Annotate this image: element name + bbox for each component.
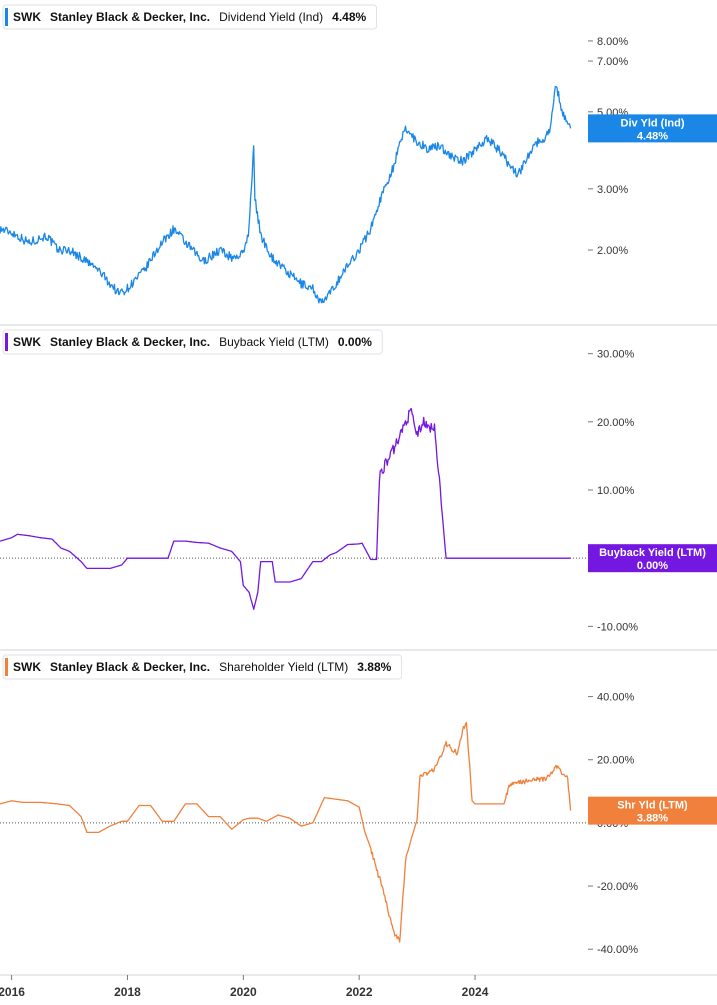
value-badge-value: 3.88% bbox=[637, 813, 668, 825]
chart-panel-2: -10.00% 0.00% 10.00% 20.00% 30.00% Buyback Yi… bbox=[0, 329, 717, 651]
legend-ticker: SWK bbox=[13, 10, 41, 24]
value-badge-label: Buyback Yield (LTM) bbox=[599, 547, 706, 559]
legend-ticker: SWK bbox=[13, 335, 41, 349]
value-badge: Shr Yld (LTM)3.88% bbox=[588, 796, 717, 825]
series-line bbox=[0, 408, 571, 610]
value-badge-value: 0.00% bbox=[637, 560, 668, 572]
chart-panel-3: -40.00%-20.00%0.00%20.00%40.00%Shr Yld (… bbox=[0, 654, 717, 976]
legend-metric: Dividend Yield (Ind) bbox=[219, 10, 323, 24]
legend: SWK Stanley Black & Decker, Inc. Buyback Y… bbox=[2, 329, 383, 355]
y-tick-label: -10.00% bbox=[597, 621, 638, 633]
legend-value: 0.00% bbox=[338, 335, 372, 349]
y-tick-label: 30.00% bbox=[597, 349, 635, 361]
legend-company: Stanley Black & Decker, Inc. bbox=[50, 660, 210, 674]
legend-text: SWK Stanley Black & Decker, Inc. Sharehold… bbox=[13, 660, 392, 674]
legend-ticker: SWK bbox=[13, 660, 41, 674]
legend: SWK Stanley Black & Decker, Inc. Sharehold… bbox=[2, 654, 403, 680]
x-tick-label: 2022 bbox=[346, 985, 373, 999]
legend-value: 4.48% bbox=[332, 10, 366, 24]
y-tick-label: -40.00% bbox=[597, 944, 638, 956]
legend: SWK Stanley Black & Decker, Inc. Dividend … bbox=[2, 4, 378, 30]
value-badge: Div Yld (Ind)4.48% bbox=[588, 114, 717, 142]
series-line bbox=[0, 86, 572, 304]
legend-company: Stanley Black & Decker, Inc. bbox=[50, 335, 210, 349]
y-tick-label: 8.00% bbox=[597, 36, 628, 48]
x-tick-label: 2018 bbox=[114, 985, 141, 999]
value-badge-label: Shr Yld (LTM) bbox=[617, 800, 688, 812]
legend-text: SWK Stanley Black & Decker, Inc. Buyback Y… bbox=[13, 335, 372, 349]
legend-color-swatch bbox=[5, 8, 8, 26]
y-tick-label: 20.00% bbox=[597, 755, 635, 767]
value-badge-value: 4.48% bbox=[637, 130, 668, 142]
x-axis: 2016 2018 2020 2022 2024 bbox=[0, 974, 717, 999]
yield-chart: 2.00%3.00%5.00%7.00%8.00%Div Yld (Ind)4.… bbox=[0, 4, 717, 999]
value-badge: Buyback Yield (LTM)0.00% bbox=[588, 544, 717, 573]
legend-value: 3.88% bbox=[357, 660, 391, 674]
chart-panels: 2.00%3.00%5.00%7.00%8.00%Div Yld (Ind)4.… bbox=[0, 4, 717, 976]
y-tick-label: 10.00% bbox=[597, 485, 635, 497]
legend-metric: Shareholder Yield (LTM) bbox=[219, 660, 348, 674]
y-tick-label: -20.00% bbox=[597, 881, 638, 893]
y-tick-label: 20.00% bbox=[597, 417, 635, 429]
x-tick-label: 2020 bbox=[230, 985, 257, 999]
legend-company: Stanley Black & Decker, Inc. bbox=[50, 10, 210, 24]
legend-metric: Buyback Yield (LTM) bbox=[219, 335, 329, 349]
y-tick-label: 3.00% bbox=[597, 184, 628, 196]
legend-color-swatch bbox=[5, 333, 8, 351]
value-badge-label: Div Yld (Ind) bbox=[621, 117, 685, 129]
y-tick-label: 7.00% bbox=[597, 56, 628, 68]
x-tick-label: 2016 bbox=[0, 985, 25, 999]
x-tick-label: 2024 bbox=[462, 985, 489, 999]
y-tick-label: 40.00% bbox=[597, 692, 635, 704]
legend-color-swatch bbox=[5, 658, 8, 676]
series-line bbox=[0, 721, 572, 943]
y-tick-label: 2.00% bbox=[597, 245, 628, 257]
legend-text: SWK Stanley Black & Decker, Inc. Dividend … bbox=[13, 10, 367, 24]
chart-panel-1: 2.00%3.00%5.00%7.00%8.00%Div Yld (Ind)4.… bbox=[0, 4, 717, 326]
